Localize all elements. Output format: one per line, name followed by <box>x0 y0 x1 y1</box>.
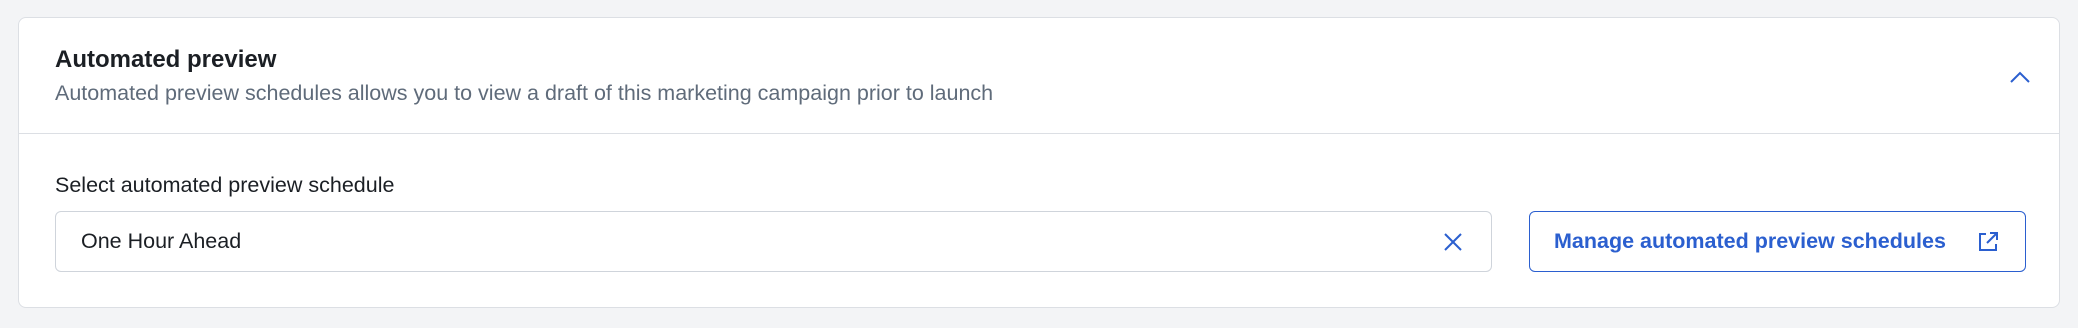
automated-preview-card: Automated preview Automated preview sche… <box>18 17 2060 308</box>
card-header[interactable]: Automated preview Automated preview sche… <box>19 18 2059 134</box>
external-link-icon <box>1979 232 1998 251</box>
manage-schedules-button[interactable]: Manage automated preview schedules <box>1529 211 2026 272</box>
section-title: Automated preview <box>55 46 277 73</box>
clear-selection-button[interactable] <box>1440 229 1466 255</box>
chevron-up-icon <box>2010 71 2030 83</box>
selected-schedule-value: One Hour Ahead <box>81 229 242 253</box>
section-description: Automated preview schedules allows you t… <box>55 81 994 105</box>
schedule-field-label: Select automated preview schedule <box>55 173 395 197</box>
schedule-select[interactable]: One Hour Ahead <box>55 211 1492 272</box>
collapse-button[interactable] <box>2001 58 2039 96</box>
close-icon <box>1444 233 1462 251</box>
manage-schedules-label: Manage automated preview schedules <box>1554 229 1946 253</box>
